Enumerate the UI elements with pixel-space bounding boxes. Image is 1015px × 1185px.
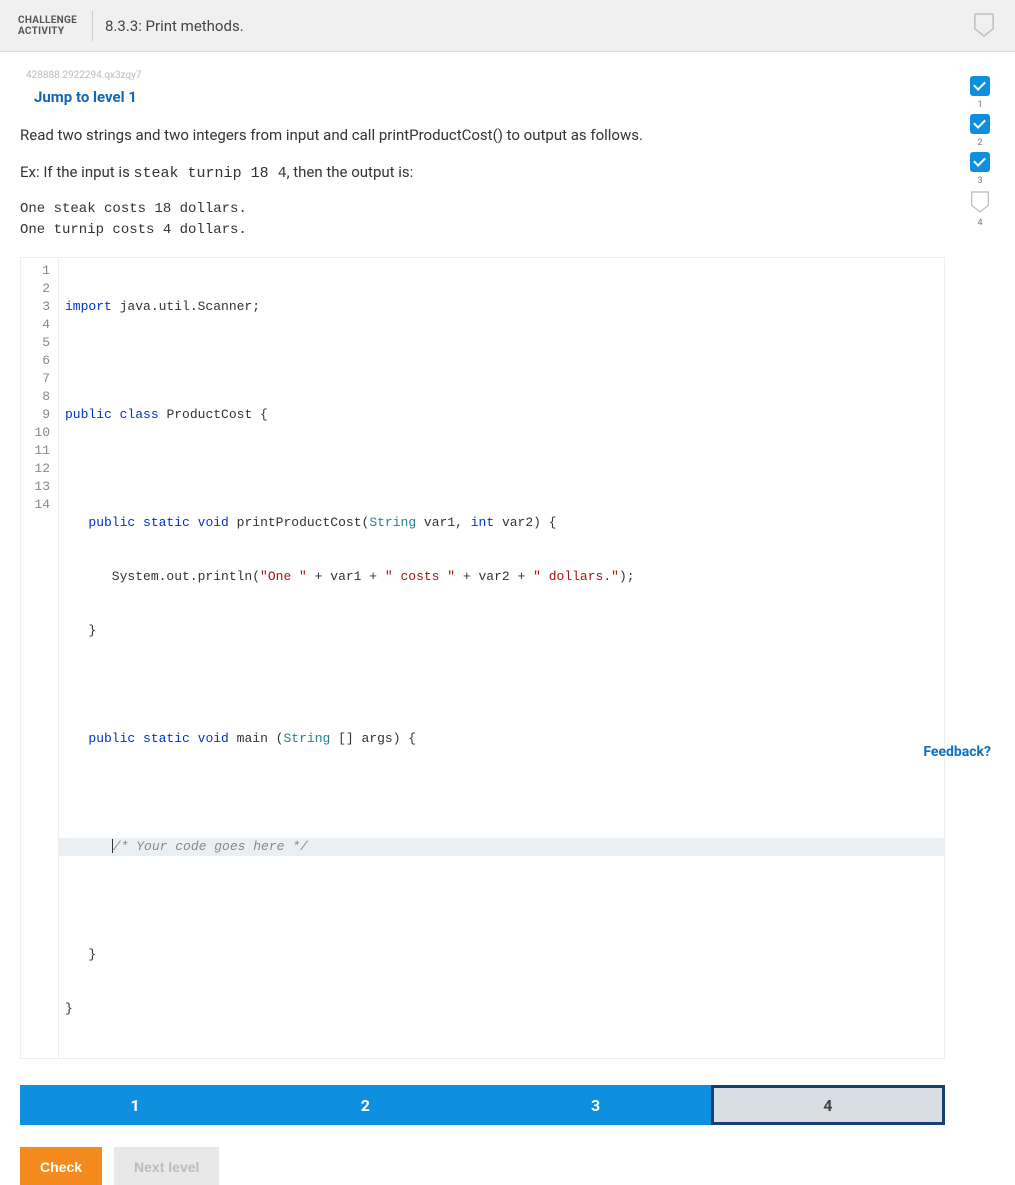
next-level-button: Next level (114, 1147, 219, 1185)
code-l1-rest: java.util.Scanner; (112, 299, 260, 314)
side-step-num-3: 3 (977, 176, 982, 186)
side-step-num-4: 4 (977, 218, 982, 228)
side-step-4[interactable]: 4 (970, 190, 990, 228)
level-cell-4[interactable]: 4 (711, 1085, 945, 1125)
prompt-line-2: Ex: If the input is steak turnip 18 4, t… (20, 161, 945, 186)
challenge-activity-label: CHALLENGE ACTIVITY (18, 15, 88, 37)
check-icon (970, 76, 990, 96)
code-class-name: ProductCost { (159, 407, 268, 422)
side-step-1[interactable]: 1 (970, 76, 990, 110)
check-icon (970, 114, 990, 134)
side-step-3[interactable]: 3 (970, 152, 990, 186)
code-editor[interactable]: 1234567891011121314 import java.util.Sca… (20, 257, 945, 1059)
code-active-line[interactable]: /* Your code goes here */ (59, 838, 944, 856)
side-step-num-2: 2 (977, 138, 982, 148)
jump-to-level-link[interactable]: Jump to level 1 (34, 88, 137, 106)
activity-header: CHALLENGE ACTIVITY 8.3.3: Print methods. (0, 0, 1015, 52)
challenge-label-2: ACTIVITY (18, 26, 64, 37)
button-row: Check Next level (20, 1147, 945, 1185)
shield-icon (970, 190, 990, 214)
check-button[interactable]: Check (20, 1147, 102, 1185)
activity-title: 8.3.3: Print methods. (105, 17, 244, 35)
progress-shield-icon (973, 12, 995, 42)
activity-hash: 428888.2922294.qx3zqy7 (26, 70, 945, 81)
example-output: One steak costs 18 dollars. One turnip c… (20, 199, 945, 241)
level-cell-2[interactable]: 2 (250, 1085, 480, 1125)
feedback-link[interactable]: Feedback? (923, 744, 991, 760)
prompt-2-pre: Ex: If the input is (20, 163, 134, 181)
challenge-label-1: CHALLENGE (18, 15, 77, 26)
level-cell-3[interactable]: 3 (481, 1085, 711, 1125)
side-step-2[interactable]: 2 (970, 114, 990, 148)
side-progress-column: 1 2 3 4 (965, 70, 995, 1185)
header-divider (92, 11, 93, 41)
editor-code-area[interactable]: import java.util.Scanner; public class P… (59, 258, 944, 1058)
editor-gutter: 1234567891011121314 (21, 258, 59, 1058)
prompt-line-1: Read two strings and two integers from i… (20, 124, 945, 147)
level-cell-1[interactable]: 1 (20, 1085, 250, 1125)
code-kw-public-1: public (65, 407, 112, 422)
code-kw-import: import (65, 299, 112, 314)
prompt-2-post: , then the output is: (287, 163, 414, 181)
code-kw-class: class (120, 407, 159, 422)
prompt-2-code: steak turnip 18 4 (134, 165, 287, 182)
level-progress-bar: 1 2 3 4 (20, 1085, 945, 1125)
side-step-num-1: 1 (977, 100, 982, 110)
check-icon (970, 152, 990, 172)
code-placeholder-comment: /* Your code goes here */ (113, 839, 308, 854)
